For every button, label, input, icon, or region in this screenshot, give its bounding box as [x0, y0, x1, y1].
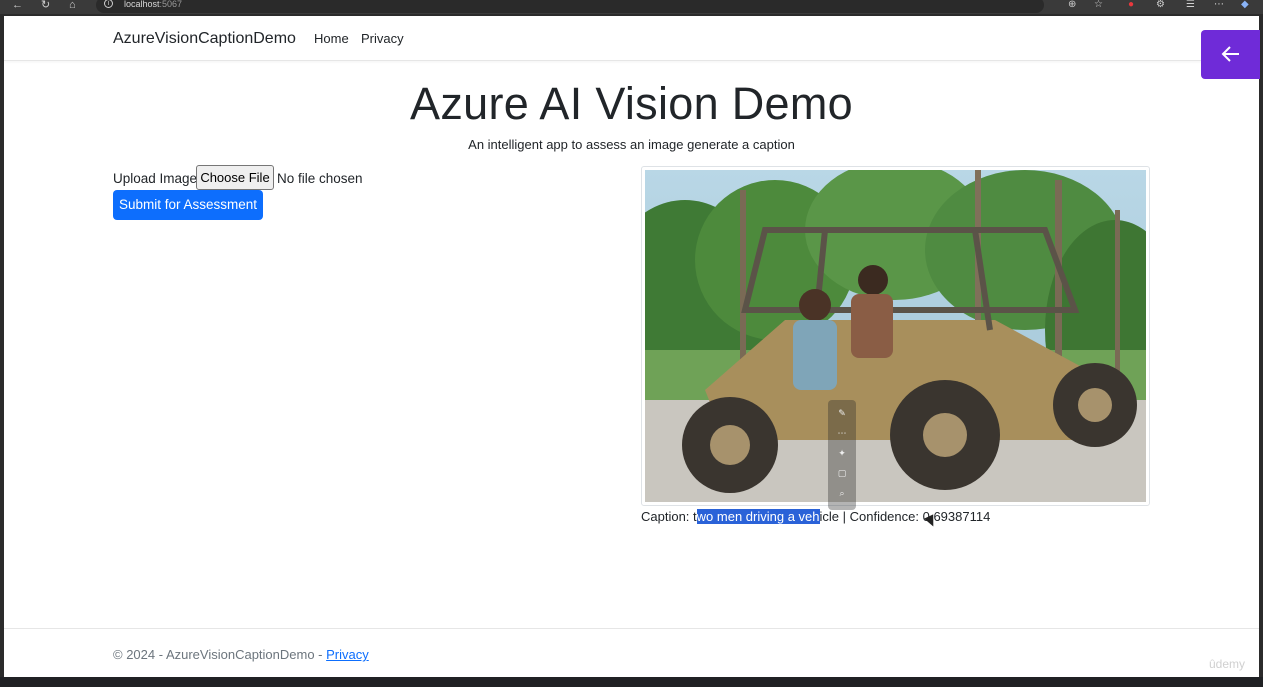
- file-status-text: No file chosen: [277, 171, 363, 186]
- footer-copyright: © 2024 - AzureVisionCaptionDemo -: [113, 647, 327, 662]
- footer-privacy-link[interactable]: Privacy: [326, 647, 369, 662]
- site-footer: © 2024 - AzureVisionCaptionDemo - Privac…: [4, 628, 1259, 677]
- brand-link[interactable]: AzureVisionCaptionDemo: [113, 30, 296, 48]
- copilot-icon[interactable]: ◆: [1241, 0, 1249, 10]
- udemy-watermark: ûdemy: [1209, 657, 1246, 671]
- nav-link-home[interactable]: Home: [314, 31, 349, 46]
- back-icon[interactable]: ←: [12, 0, 23, 11]
- url-host: localhost: [124, 0, 160, 9]
- arrow-left-icon: [1221, 46, 1239, 62]
- floating-mini-toolbar: ✎ ⋯ ✦ ▢ ⌕: [828, 400, 856, 510]
- favorites-list-icon[interactable]: ☰: [1186, 0, 1195, 10]
- info-icon[interactable]: i: [104, 0, 113, 8]
- page-title: Azure AI Vision Demo: [410, 78, 853, 129]
- page-subtitle: An intelligent app to assess an image ge…: [468, 137, 795, 152]
- web-page: AzureVisionCaptionDemo Home Privacy Azur…: [4, 16, 1259, 677]
- reload-icon[interactable]: ↻: [41, 0, 50, 11]
- floating-back-button[interactable]: [1201, 30, 1260, 79]
- nav-link-privacy[interactable]: Privacy: [361, 31, 404, 46]
- caption-prefix: Caption: t: [641, 509, 697, 524]
- address-text: localhost:5067: [124, 0, 182, 9]
- extensions-puzzle-icon[interactable]: ⚙: [1156, 0, 1165, 10]
- home-icon[interactable]: ⌂: [69, 0, 76, 11]
- copy-icon[interactable]: ▢: [828, 468, 856, 479]
- extension-icon[interactable]: ●: [1128, 0, 1134, 10]
- buggy-photo: [645, 170, 1146, 502]
- site-navbar: AzureVisionCaptionDemo Home Privacy: [4, 16, 1259, 61]
- more-menu-icon[interactable]: ⋯: [1214, 0, 1224, 10]
- color-icon[interactable]: ✦: [828, 448, 856, 459]
- caption-suffix: icle | Confidence: 0.69387114: [819, 509, 991, 524]
- taskbar-edge: [0, 677, 1263, 687]
- zoom-icon[interactable]: ⊕: [1068, 0, 1076, 10]
- edit-icon[interactable]: ✎: [828, 408, 856, 419]
- footer-text: © 2024 - AzureVisionCaptionDemo - Privac…: [113, 647, 369, 662]
- favorite-star-icon[interactable]: ☆: [1094, 0, 1103, 10]
- result-image: [641, 166, 1150, 506]
- choose-file-button[interactable]: Choose File: [196, 165, 274, 190]
- search-icon[interactable]: ⌕: [828, 488, 856, 499]
- caption-selection: wo men driving a veh: [696, 509, 820, 524]
- submit-button[interactable]: Submit for Assessment: [113, 190, 263, 220]
- more-icon[interactable]: ⋯: [828, 428, 856, 439]
- browser-toolbar: ← ↻ ⌂ i localhost:5067 ⊕ ☆ ● ⚙ ☰ ⋯ ◆: [0, 0, 1263, 14]
- address-bar[interactable]: i localhost:5067: [96, 0, 1044, 13]
- caption-text: Caption: two men driving a vehicle | Con…: [641, 509, 990, 524]
- url-port: :5067: [159, 0, 183, 9]
- upload-label: Upload Image: [113, 171, 198, 186]
